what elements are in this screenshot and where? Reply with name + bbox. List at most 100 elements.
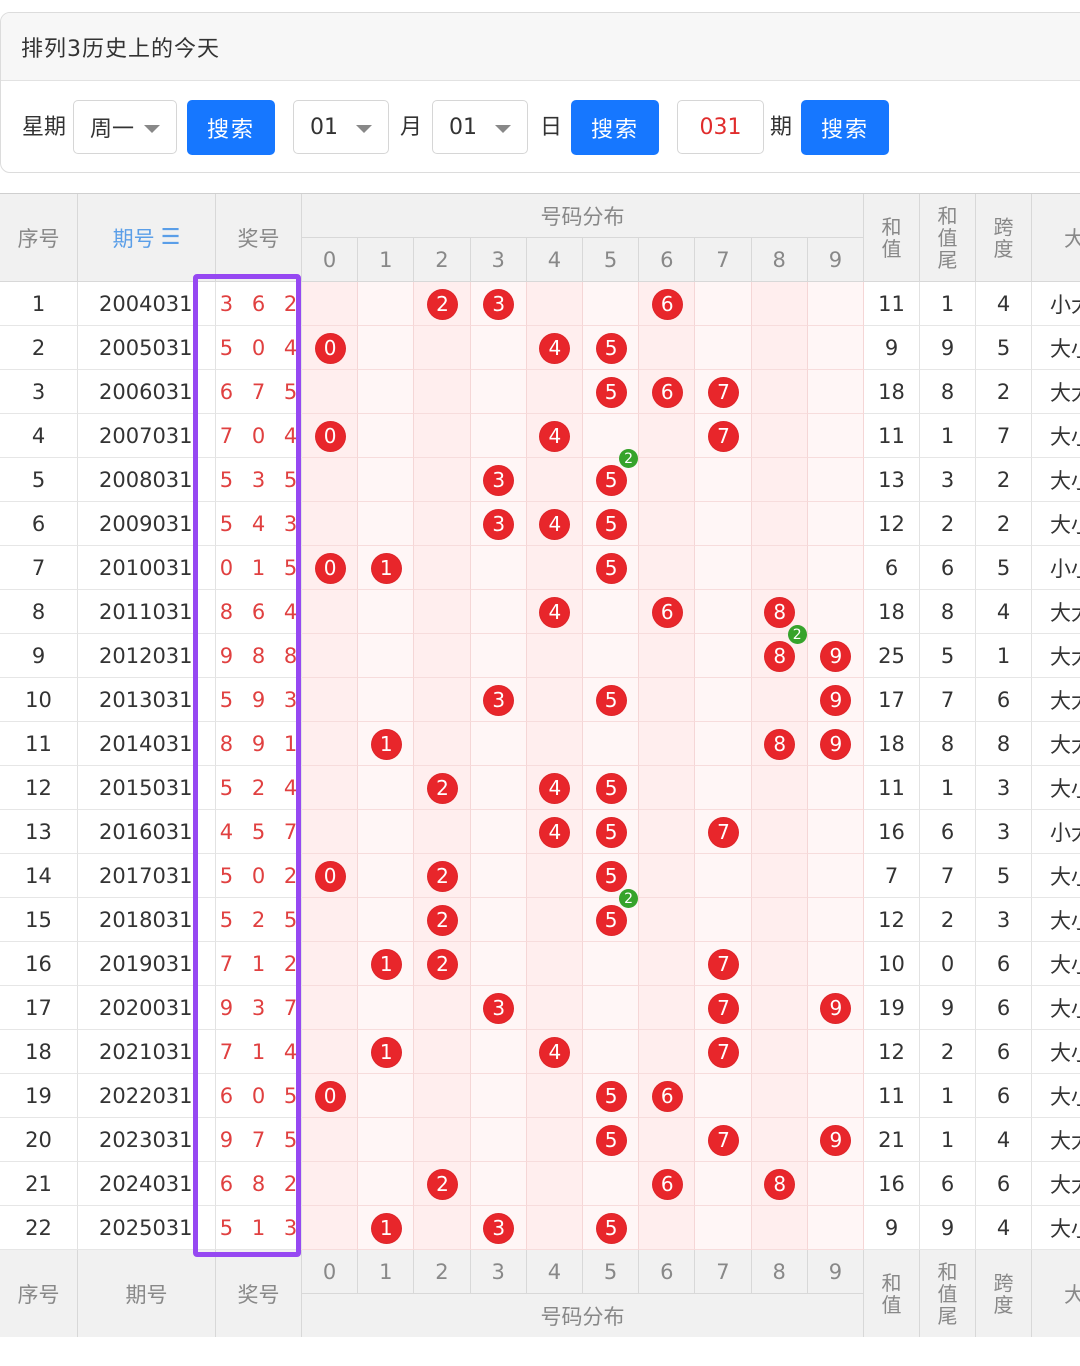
dist-cell: [526, 458, 583, 502]
row-sum: 9: [864, 326, 920, 370]
header-prize: 奖号: [216, 194, 302, 282]
header-period-sort[interactable]: 期号 ☰: [78, 194, 216, 282]
dist-cell: [302, 1030, 359, 1074]
row-size: 小大: [1032, 810, 1080, 854]
dist-cell: [526, 1206, 583, 1250]
dist-cell: [639, 942, 696, 986]
row-seq: 12: [0, 766, 78, 810]
footer-digit-3: 3: [470, 1250, 527, 1294]
issue-input[interactable]: 031: [677, 100, 764, 154]
number-ball: 5: [595, 816, 627, 848]
header-digit-6: 6: [639, 238, 696, 282]
row-seq: 16: [0, 942, 78, 986]
row-seq: 3: [0, 370, 78, 414]
date-search-button[interactable]: 搜索: [571, 100, 659, 155]
row-prize: 9 7 5: [216, 1118, 302, 1162]
number-ball: 1: [370, 948, 402, 980]
dist-cell: [695, 546, 752, 590]
month-select[interactable]: 01: [293, 100, 389, 154]
row-sum-tail: 2: [920, 502, 976, 546]
row-size: 大大: [1032, 678, 1080, 722]
dist-cell: [470, 590, 527, 634]
dist-cell: [302, 1206, 359, 1250]
number-ball: 5: [595, 1124, 627, 1156]
dist-cell: [751, 1118, 808, 1162]
number-ball: 5: [595, 332, 627, 364]
row-size: 大小: [1032, 986, 1080, 1030]
dist-cell: [807, 326, 864, 370]
day-value: 01: [449, 114, 477, 140]
number-ball: 3: [483, 508, 515, 540]
dist-cell: [414, 1118, 471, 1162]
row-span: 2: [976, 502, 1032, 546]
number-ball: 5: [595, 508, 627, 540]
row-seq: 18: [0, 1030, 78, 1074]
dist-cell: [302, 370, 359, 414]
day-select[interactable]: 01: [432, 100, 528, 154]
dist-cell: [414, 722, 471, 766]
row-sum: 17: [864, 678, 920, 722]
row-prize: 6 7 5: [216, 370, 302, 414]
number-ball: 0: [314, 1080, 346, 1112]
row-seq: 15: [0, 898, 78, 942]
row-seq: 9: [0, 634, 78, 678]
row-seq: 13: [0, 810, 78, 854]
row-prize: 5 2 5: [216, 898, 302, 942]
row-span: 6: [976, 1030, 1032, 1074]
number-ball: 6: [651, 376, 683, 408]
number-ball: 1: [370, 1212, 402, 1244]
row-span: 4: [976, 282, 1032, 326]
dist-cell: [695, 590, 752, 634]
row-period: 2004031: [78, 282, 216, 326]
dist-cell: [526, 1162, 583, 1206]
number-ball: 5: [595, 772, 627, 804]
dist-cell: [639, 898, 696, 942]
row-size: 大小: [1032, 1206, 1080, 1250]
dist-cell: [302, 898, 359, 942]
dist-cell: [302, 722, 359, 766]
row-sum-tail: 9: [920, 986, 976, 1030]
footer-sum-text: 和值: [881, 1270, 902, 1317]
dist-cell: [695, 1206, 752, 1250]
number-ball: 9: [820, 728, 852, 760]
dist-cell: [302, 678, 359, 722]
dist-cell: [639, 634, 696, 678]
dist-cell: [358, 634, 415, 678]
dist-cell: [695, 678, 752, 722]
number-ball: 8: [764, 1168, 796, 1200]
number-ball: 4: [539, 332, 571, 364]
footer-digit-8: 8: [751, 1250, 808, 1294]
dist-cell: [302, 634, 359, 678]
dist-cell: [695, 1162, 752, 1206]
number-ball: 8: [764, 728, 796, 760]
row-sum-tail: 7: [920, 854, 976, 898]
footer-digit-9: 9: [807, 1250, 864, 1294]
row-span: 4: [976, 1118, 1032, 1162]
dist-cell: [302, 1162, 359, 1206]
weekday-select[interactable]: 周一: [73, 100, 177, 154]
dist-cell: [751, 1074, 808, 1118]
dist-cell: [358, 282, 415, 326]
dist-cell: [470, 1074, 527, 1118]
row-period: 2022031: [78, 1074, 216, 1118]
repeat-count-badge: 2: [619, 889, 639, 908]
row-period: 2007031: [78, 414, 216, 458]
dist-cell: [639, 502, 696, 546]
row-prize: 5 2 4: [216, 766, 302, 810]
issue-search-button[interactable]: 搜索: [801, 100, 889, 155]
row-size: 大小: [1032, 854, 1080, 898]
row-prize: 5 0 2: [216, 854, 302, 898]
row-span: 3: [976, 898, 1032, 942]
number-ball: 8: [764, 640, 796, 672]
weekday-search-button[interactable]: 搜索: [187, 100, 275, 155]
footer-span: 跨度: [976, 1250, 1032, 1337]
row-sum: 11: [864, 414, 920, 458]
dist-cell: [751, 370, 808, 414]
dist-cell: [639, 986, 696, 1030]
dist-cell: [583, 634, 640, 678]
dist-cell: [526, 898, 583, 942]
number-ball: 5: [595, 904, 627, 936]
row-seq: 22: [0, 1206, 78, 1250]
dist-cell: [639, 458, 696, 502]
row-span: 4: [976, 1206, 1032, 1250]
